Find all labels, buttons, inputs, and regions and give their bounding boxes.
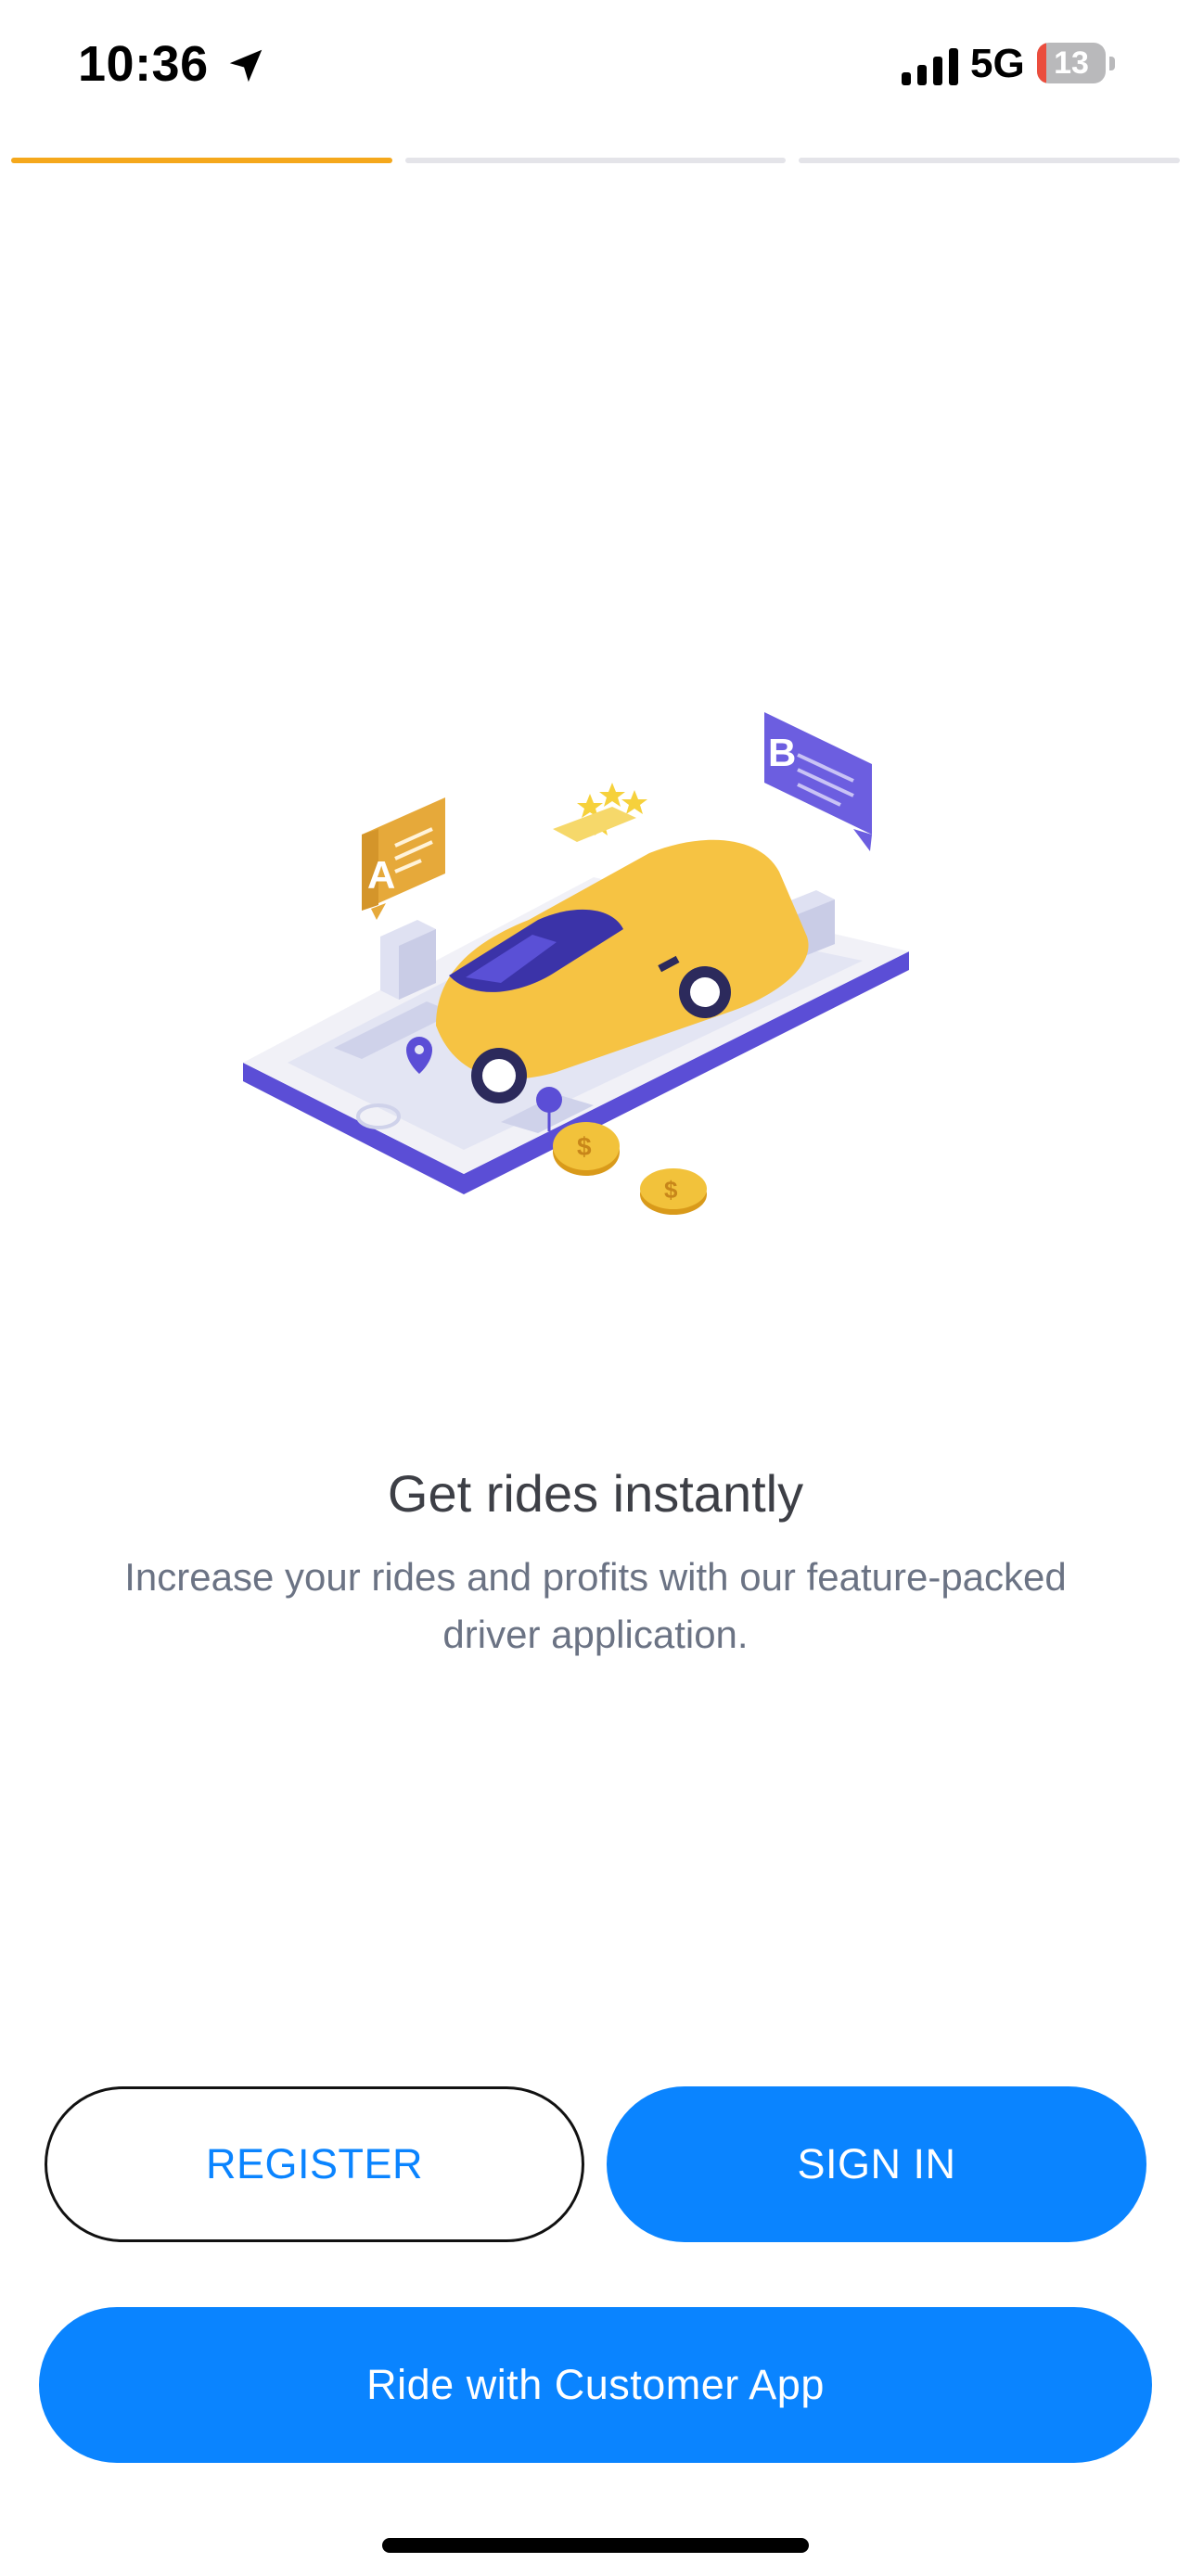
taxi-illustration: A B $ $ [243, 712, 909, 1215]
svg-text:A: A [367, 853, 395, 897]
ride-with-customer-app-button[interactable]: Ride with Customer App [39, 2307, 1152, 2463]
coin-icon: $ $ [553, 1122, 707, 1215]
signal-bars-icon [902, 48, 958, 85]
bubble-a: A [362, 797, 445, 920]
svg-text:$: $ [577, 1132, 592, 1161]
battery-icon: 13 [1037, 43, 1117, 87]
home-indicator[interactable] [382, 2538, 809, 2553]
battery-percent: 13 [1054, 45, 1089, 81]
sign-in-button[interactable]: SIGN IN [607, 2086, 1146, 2242]
onboarding-subtitle: Increase your rides and profits with our… [124, 1555, 1067, 1656]
progress-step-1 [11, 158, 392, 163]
progress-step-2 [404, 158, 787, 163]
progress-step-3 [799, 158, 1180, 163]
onboarding-progress [11, 158, 1180, 165]
bubble-b: B [764, 712, 872, 851]
onboarding-title: Get rides instantly [387, 1464, 804, 1523]
location-arrow-icon [229, 49, 263, 83]
svg-text:B: B [768, 731, 796, 774]
status-time: 10:36 [78, 36, 209, 92]
status-bar: 10:36 5G 13 [0, 0, 1191, 139]
svg-text:$: $ [664, 1176, 678, 1204]
network-type: 5G [970, 41, 1025, 86]
register-button[interactable]: REGISTER [45, 2086, 584, 2242]
